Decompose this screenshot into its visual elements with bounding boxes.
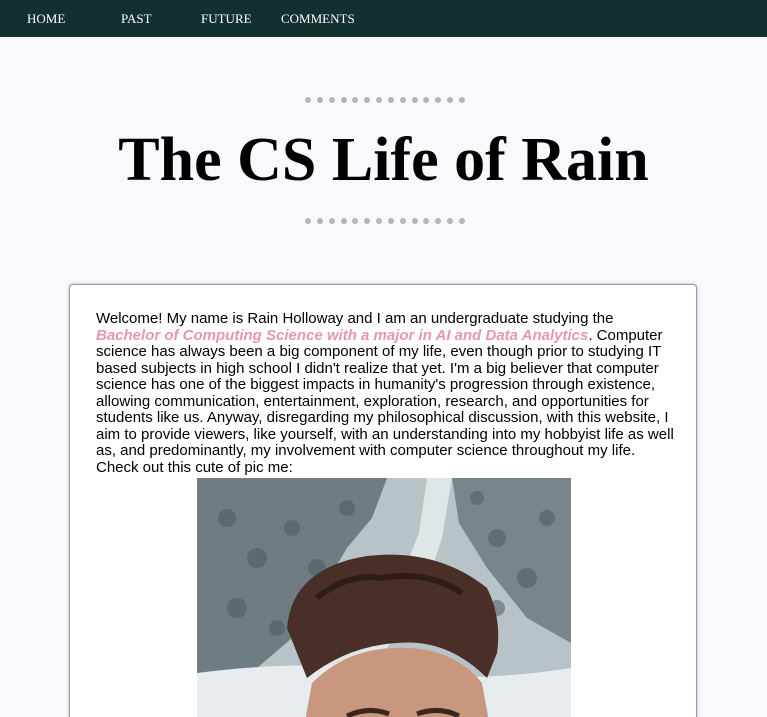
top-navbar: HOME PAST FUTURE COMMENTS bbox=[0, 0, 767, 37]
degree-link[interactable]: Bachelor of Computing Science with a maj… bbox=[96, 327, 588, 344]
bottom-dotted-divider bbox=[305, 218, 465, 224]
intro-text-start: Welcome! My name is Rain Holloway and I … bbox=[96, 310, 614, 327]
top-dotted-divider bbox=[305, 97, 465, 103]
intro-paragraph: Welcome! My name is Rain Holloway and I … bbox=[96, 310, 676, 476]
profile-photo bbox=[197, 478, 571, 717]
nav-link-future[interactable]: FUTURE bbox=[201, 0, 252, 37]
intro-card: Welcome! My name is Rain Holloway and I … bbox=[69, 284, 697, 717]
nav-link-past[interactable]: PAST bbox=[121, 0, 152, 37]
nav-link-home[interactable]: HOME bbox=[27, 0, 65, 37]
nav-link-comments[interactable]: COMMENTS bbox=[281, 0, 355, 37]
page-title: The CS Life of Rain bbox=[118, 126, 649, 194]
intro-text-end: . Computer science has always been a big… bbox=[96, 326, 674, 476]
